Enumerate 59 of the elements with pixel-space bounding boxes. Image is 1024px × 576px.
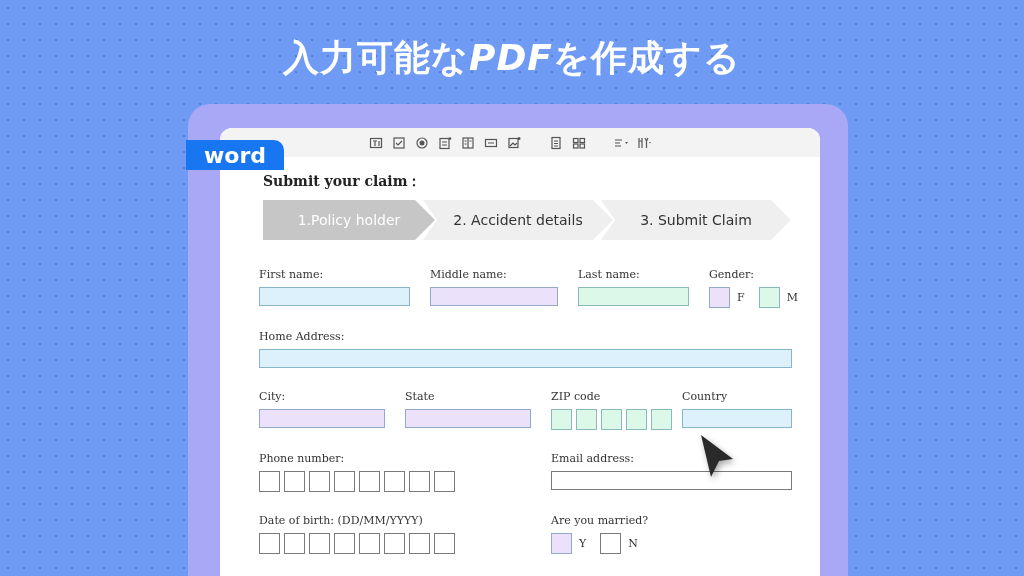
headline: 入力可能なPDFを作成する	[283, 36, 741, 80]
step-tab[interactable]: 2. Accident details	[423, 200, 613, 240]
input-field[interactable]	[259, 287, 410, 306]
character-box[interactable]	[359, 471, 380, 492]
field-label: Country	[682, 390, 728, 403]
checkbox[interactable]	[758, 287, 780, 308]
input-field[interactable]	[578, 287, 689, 306]
checkbox[interactable]	[600, 533, 622, 554]
form-title: Submit your claim：	[263, 173, 423, 191]
option-label: Y	[579, 537, 587, 550]
word-badge: word	[186, 140, 284, 170]
character-box[interactable]	[384, 533, 405, 554]
input-field[interactable]	[405, 409, 531, 428]
image-field-icon[interactable]	[507, 135, 521, 150]
character-box[interactable]	[334, 533, 355, 554]
cursor-icon	[699, 433, 735, 479]
character-box[interactable]	[359, 533, 380, 554]
option-label: M	[786, 291, 798, 304]
field-label: ZIP code	[551, 390, 601, 403]
input-field[interactable]	[551, 471, 792, 490]
input-field[interactable]	[682, 409, 792, 428]
character-box[interactable]	[259, 533, 280, 554]
character-box[interactable]	[284, 471, 305, 492]
character-box[interactable]	[434, 471, 455, 492]
field-label: Email address:	[551, 452, 634, 465]
character-box[interactable]	[259, 471, 280, 492]
character-box[interactable]	[409, 471, 430, 492]
document-icon[interactable]	[549, 135, 563, 150]
input-field[interactable]	[259, 349, 792, 368]
character-box[interactable]	[409, 533, 430, 554]
input-field[interactable]	[430, 287, 558, 306]
field-label: State	[405, 390, 435, 403]
step-tab[interactable]: 3. Submit Claim	[601, 200, 791, 240]
field-label: Are you married?	[551, 514, 649, 527]
field-label: Gender:	[709, 268, 754, 281]
field-label: Phone number:	[259, 452, 345, 465]
character-box[interactable]	[384, 471, 405, 492]
field-label: City:	[259, 390, 286, 403]
dropdown-icon[interactable]	[461, 135, 475, 150]
text-field-icon[interactable]	[369, 135, 383, 150]
character-box[interactable]	[309, 471, 330, 492]
option-label: N	[628, 537, 638, 550]
input-field[interactable]	[259, 409, 385, 428]
grid-icon[interactable]	[572, 135, 586, 150]
field-label: Middle name:	[430, 268, 507, 281]
field-label: Home Address:	[259, 330, 345, 343]
character-box[interactable]	[334, 471, 355, 492]
checkbox[interactable]	[709, 287, 730, 308]
list-box-icon[interactable]	[438, 135, 452, 150]
character-box[interactable]	[434, 533, 455, 554]
field-label: Last name:	[578, 268, 640, 281]
character-box[interactable]	[309, 533, 330, 554]
radio-button-icon[interactable]	[415, 135, 429, 150]
character-box[interactable]	[284, 533, 305, 554]
field-label: First name:	[259, 268, 324, 281]
checkbox-icon[interactable]	[392, 135, 406, 150]
checkbox[interactable]	[551, 533, 572, 554]
option-label: F	[737, 291, 745, 304]
field-label: Date of birth: (DD/MM/YYYY)	[259, 514, 423, 527]
